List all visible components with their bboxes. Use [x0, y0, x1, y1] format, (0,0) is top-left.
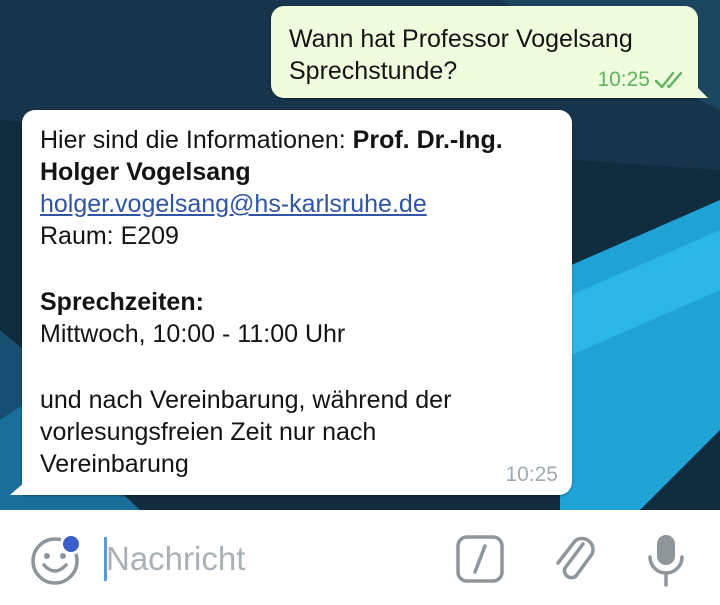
outgoing-message-line-1: Wann hat Professor Vogelsang [289, 25, 633, 53]
info-line-1: Hier sind die Informationen: Prof. Dr.-I… [40, 124, 572, 156]
message-input[interactable] [106, 537, 426, 581]
notification-badge [60, 533, 82, 555]
note-line-2: vorlesungsfreien Zeit nur nach [40, 418, 377, 446]
info-line-3: holger.vogelsang@hs-karlsruhe.de [40, 188, 572, 220]
attach-icon[interactable] [552, 532, 600, 588]
note-line-3: Vereinbarung [40, 450, 189, 478]
info-line-hours-heading: Sprechzeiten: [40, 286, 572, 318]
outgoing-message-meta: 10:25 [597, 68, 684, 92]
incoming-message-bubble[interactable]: Hier sind die Informationen: Prof. Dr.-I… [10, 110, 572, 495]
outgoing-message-time: 10:25 [597, 68, 650, 91]
hours-heading: Sprechzeiten: [40, 288, 204, 316]
outgoing-message-bubble[interactable]: Wann hat Professor Vogelsang Sprechstund… [271, 6, 708, 98]
note-line-1: und nach Vereinbarung, während der [40, 386, 452, 414]
message-input-bar [0, 510, 720, 605]
email-link[interactable]: holger.vogelsang@hs-karlsruhe.de [40, 190, 427, 218]
microphone-icon[interactable] [645, 533, 687, 587]
double-check-icon [654, 71, 683, 89]
chat-screen: Wann hat Professor Vogelsang Sprechstund… [0, 0, 720, 605]
command-icon[interactable] [455, 534, 505, 584]
info-line-2: Holger Vogelsang [40, 156, 572, 188]
incoming-message-time: 10:25 [505, 463, 558, 486]
professor-name: Holger Vogelsang [40, 158, 251, 186]
professor-title: Prof. Dr.-Ing. [352, 126, 503, 154]
room-text: Raum: E209 [40, 222, 179, 250]
info-intro: Hier sind die Informationen: [40, 126, 353, 154]
hours-text: Mittwoch, 10:00 - 11:00 Uhr [40, 320, 346, 348]
